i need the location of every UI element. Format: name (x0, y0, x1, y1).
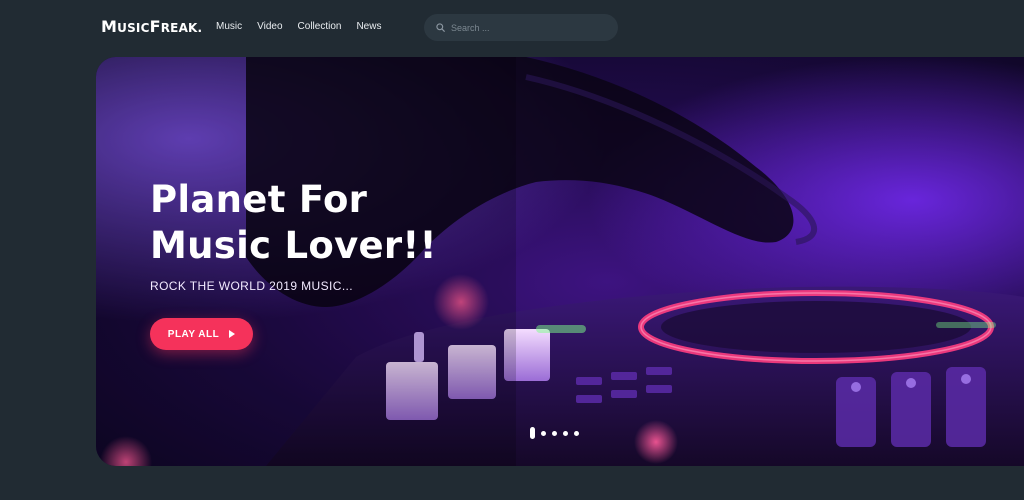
nav-link-music[interactable]: Music (216, 21, 242, 32)
hero-subtitle: ROCK THE WORLD 2019 MUSIC... (150, 279, 354, 293)
play-all-label: PLAY ALL (167, 328, 220, 340)
nav-link-video[interactable]: Video (257, 21, 282, 32)
slide-dot-1[interactable] (530, 427, 535, 439)
search-input[interactable] (451, 22, 601, 33)
slide-dot-2[interactable] (541, 430, 546, 436)
brand-logo[interactable]: MusicFreak. (101, 17, 202, 36)
hero-title-line-2: Music Lover!! (150, 224, 437, 267)
main-nav: Music Video Collection News (216, 21, 381, 32)
search-bar[interactable] (424, 14, 618, 41)
hero-title-line-1: Planet For (150, 178, 368, 221)
hero-banner: Planet For Music Lover!! ROCK THE WORLD … (96, 57, 1024, 466)
slide-dot-4[interactable] (563, 430, 568, 436)
play-all-button[interactable]: PLAY ALL (150, 318, 253, 350)
search-icon (436, 23, 445, 32)
top-navbar: MusicFreak. Music Video Collection News (0, 0, 1024, 56)
play-icon (229, 330, 236, 338)
slide-dot-3[interactable] (552, 430, 557, 436)
slide-dot-5[interactable] (574, 430, 579, 436)
hero-title: Planet For Music Lover!! (150, 177, 437, 269)
nav-link-news[interactable]: News (356, 21, 381, 32)
nav-link-collection[interactable]: Collection (298, 21, 342, 32)
slider-pagination (530, 427, 579, 439)
